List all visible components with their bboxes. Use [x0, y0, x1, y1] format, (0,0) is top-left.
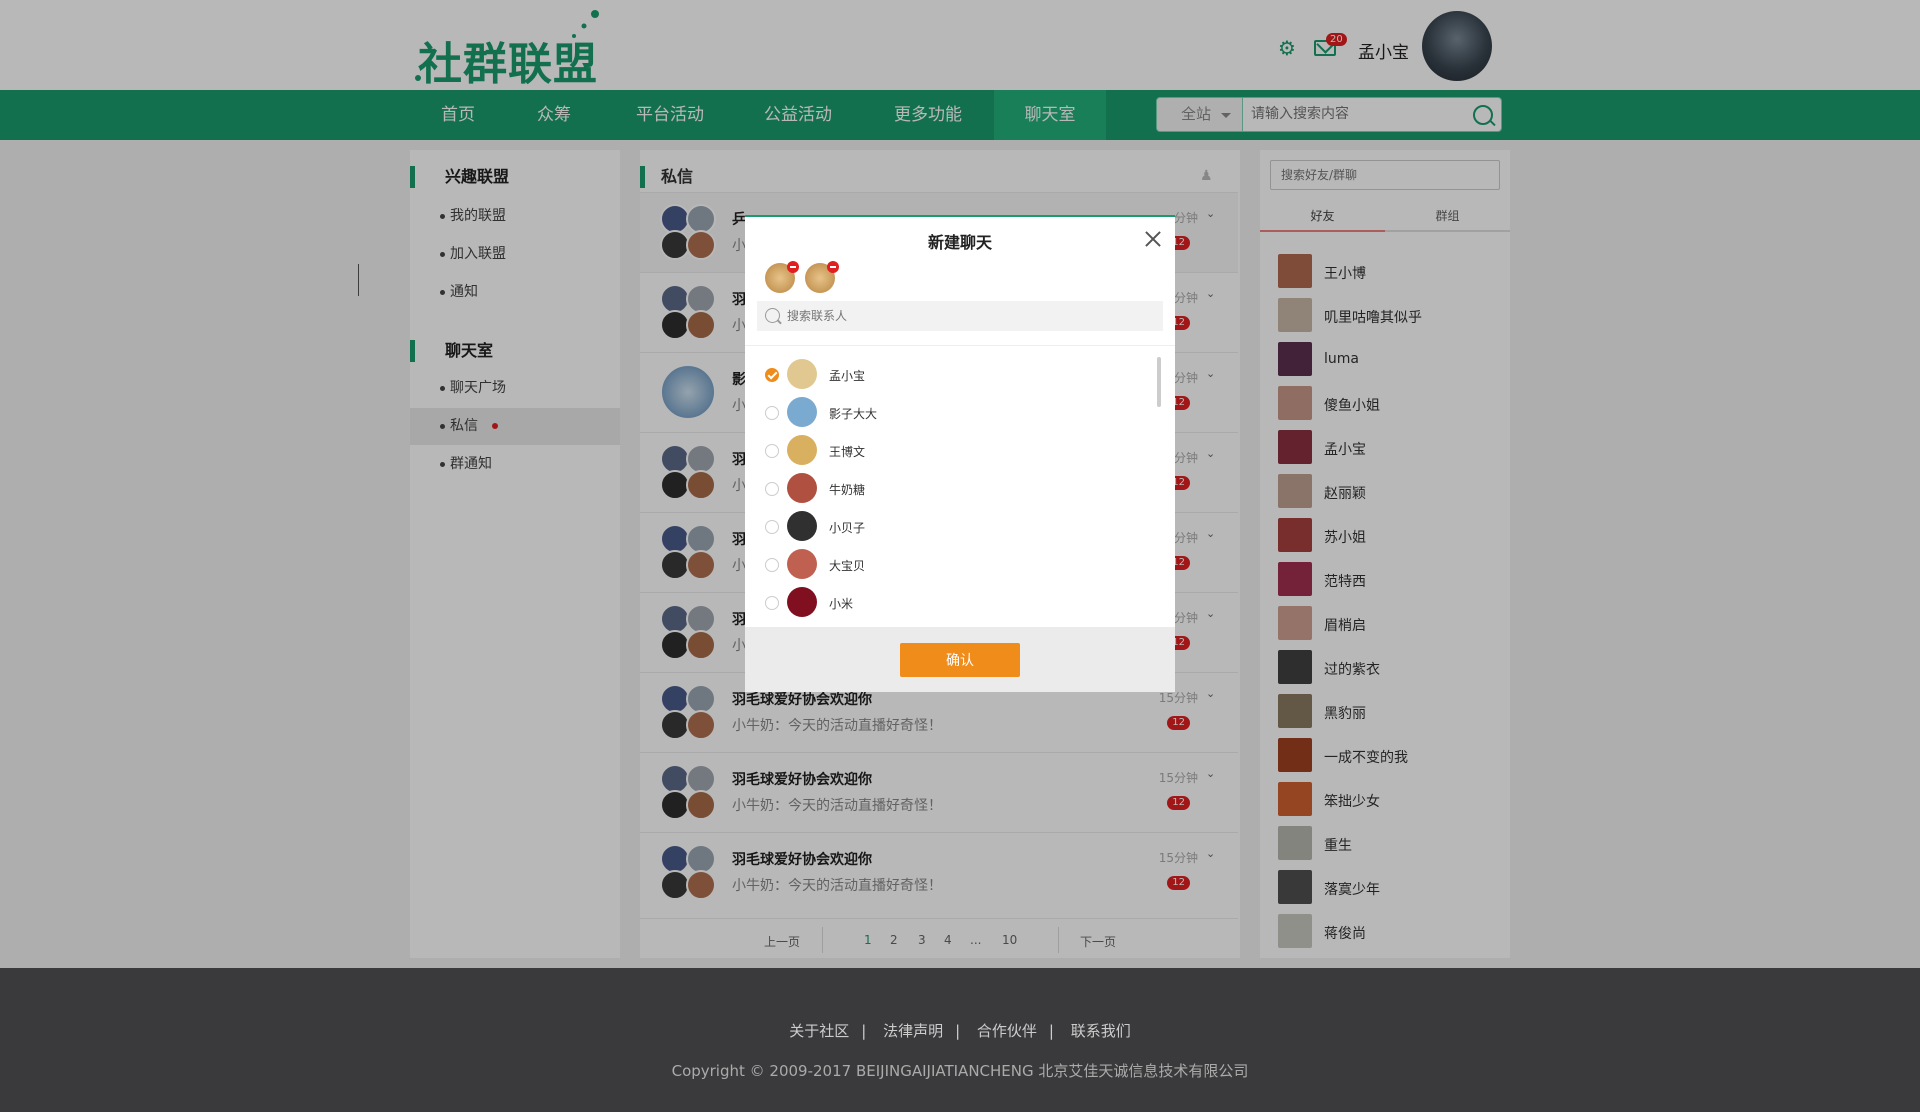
- contact-search-box: [757, 301, 1163, 331]
- contact-name: 影子大大: [829, 407, 878, 421]
- contact-checkbox[interactable]: [765, 482, 779, 496]
- contact-avatar: [787, 435, 817, 465]
- dialog-footer: 确认: [745, 627, 1175, 692]
- contact-item[interactable]: 影子大大: [765, 397, 1105, 429]
- contact-avatar: [787, 511, 817, 541]
- contact-name: 孟小宝: [829, 369, 866, 383]
- contact-checkbox[interactable]: [765, 406, 779, 420]
- contact-name: 小贝子: [829, 521, 866, 535]
- new-chat-dialog: 新建聊天 孟小宝 影子大大 王博文 牛奶糖 小贝子 大宝贝: [745, 215, 1175, 692]
- close-icon[interactable]: [1143, 229, 1163, 249]
- remove-selected-icon[interactable]: [787, 261, 799, 273]
- footer-links: 关于社区 | 法律声明 | 合作伙伴 | 联系我们: [789, 1022, 1131, 1040]
- contact-item[interactable]: 孟小宝: [765, 359, 1105, 391]
- footer-link-about[interactable]: 关于社区: [789, 1022, 849, 1040]
- contact-avatar: [787, 587, 817, 617]
- contact-avatar: [787, 359, 817, 389]
- footer-link-partners[interactable]: 合作伙伴: [977, 1022, 1037, 1040]
- contact-item[interactable]: 小贝子: [765, 511, 1105, 543]
- contact-checkbox[interactable]: [765, 558, 779, 572]
- contact-item[interactable]: 牛奶糖: [765, 473, 1105, 505]
- contact-avatar: [787, 473, 817, 503]
- contact-name: 王博文: [829, 445, 866, 459]
- contact-name: 大宝贝: [829, 559, 866, 573]
- footer-link-legal[interactable]: 法律声明: [883, 1022, 943, 1040]
- selected-contact-avatar: [805, 261, 839, 293]
- contact-avatar: [787, 397, 817, 427]
- contact-list-scrollbar[interactable]: [1157, 357, 1161, 407]
- contact-checkbox[interactable]: [765, 520, 779, 534]
- divider: [745, 345, 1175, 346]
- contact-avatar: [787, 549, 817, 579]
- contact-search-input[interactable]: [787, 301, 1147, 331]
- contact-checkbox[interactable]: [765, 596, 779, 610]
- contact-name: 牛奶糖: [829, 483, 866, 497]
- contact-item[interactable]: 王博文: [765, 435, 1105, 467]
- contact-checkbox[interactable]: [765, 368, 779, 382]
- contact-item[interactable]: 小米: [765, 587, 1105, 619]
- contact-name: 小米: [829, 597, 854, 611]
- remove-selected-icon[interactable]: [827, 261, 839, 273]
- contact-checkbox[interactable]: [765, 444, 779, 458]
- dialog-title: 新建聊天: [927, 233, 992, 252]
- footer-link-contact[interactable]: 联系我们: [1071, 1022, 1131, 1040]
- copyright: Copyright © 2009-2017 BEIJINGAIJIATIANCH…: [671, 1062, 1249, 1080]
- search-icon: [765, 308, 780, 323]
- footer: 关于社区 | 法律声明 | 合作伙伴 | 联系我们 Copyright © 2009-…: [0, 968, 1920, 1112]
- contact-item[interactable]: 大宝贝: [765, 549, 1105, 581]
- confirm-button[interactable]: 确认: [900, 643, 1020, 677]
- selected-contact-avatar: [765, 261, 799, 293]
